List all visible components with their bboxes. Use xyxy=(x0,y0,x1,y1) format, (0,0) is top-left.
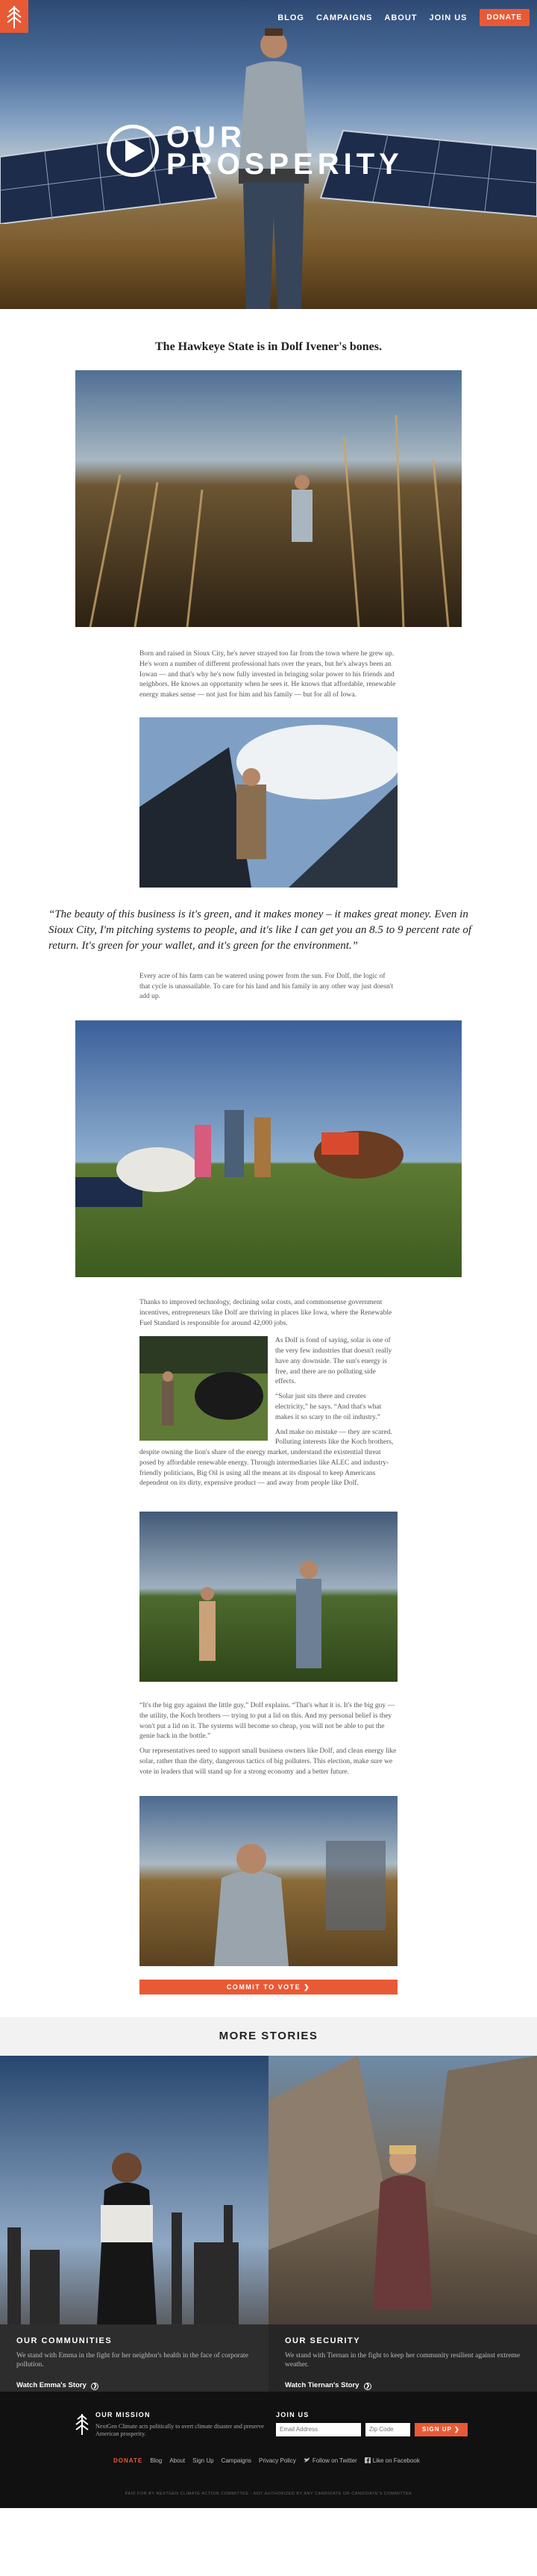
nav-about[interactable]: ABOUT xyxy=(384,13,417,22)
main-nav: BLOG CAMPAIGNS ABOUT JOIN US DONATE xyxy=(277,9,530,26)
hero: BLOG CAMPAIGNS ABOUT JOIN US DONATE OUR … xyxy=(0,0,537,309)
sign-up-button[interactable]: SIGN UP ❯ xyxy=(415,2422,468,2436)
footer-signup-link[interactable]: Sign Up xyxy=(192,2457,213,2464)
story-card-security[interactable]: OUR SECURITY We stand with Tiernan in th… xyxy=(268,2055,537,2392)
footer-campaigns-link[interactable]: Campaigns xyxy=(222,2457,251,2464)
commit-to-vote-button[interactable]: COMMIT TO VOTE ❯ xyxy=(139,1979,398,1995)
panel-install-photo xyxy=(139,717,398,888)
email-field[interactable] xyxy=(276,2422,361,2436)
mission-title: OUR MISSION xyxy=(95,2410,151,2418)
footer-donate-link[interactable]: DONATE xyxy=(113,2457,142,2464)
more-stories-header: MORE STORIES xyxy=(0,2016,537,2056)
hero-title-line1: OUR xyxy=(166,121,246,154)
story-title: OUR SECURITY xyxy=(285,2336,361,2345)
article-subtitle: The Hawkeye State is in Dolf Ivener's bo… xyxy=(155,340,382,353)
article-paragraph: “It's the big guy against the little guy… xyxy=(139,1702,395,1741)
emma-refinery-photo xyxy=(0,2055,268,2324)
nav-join-us[interactable]: JOIN US xyxy=(430,13,468,22)
twitter-icon xyxy=(303,2457,310,2463)
footer-mission: OUR MISSION NextGen Climate acts politic… xyxy=(95,2411,267,2439)
family-horses-photo xyxy=(75,1020,462,1278)
nav-blog[interactable]: BLOG xyxy=(277,13,304,22)
article: The Hawkeye State is in Dolf Ivener's bo… xyxy=(0,340,537,1995)
footer: OUR MISSION NextGen Climate acts politic… xyxy=(0,2391,537,2508)
footer-about-link[interactable]: About xyxy=(169,2457,185,2464)
story-caption: OUR SECURITY We stand with Tiernan in th… xyxy=(268,2324,537,2392)
twitter-link-label: Follow on Twitter xyxy=(312,2457,357,2464)
hero-heading: OUR PROSPERITY xyxy=(166,121,403,181)
join-title: JOIN US xyxy=(276,2410,310,2418)
facebook-link-label: Like on Facebook xyxy=(372,2457,420,2464)
tree-icon xyxy=(7,6,22,28)
play-icon xyxy=(125,140,145,162)
story-title: OUR COMMUNITIES xyxy=(16,2336,113,2345)
tree-icon xyxy=(75,2413,89,2435)
article-float-block: As Dolf is fond of saying, solar is one … xyxy=(139,1336,398,1494)
story-caption: OUR COMMUNITIES We stand with Emma in th… xyxy=(0,2324,268,2392)
nav-campaigns[interactable]: CAMPAIGNS xyxy=(316,13,372,22)
signup-form: SIGN UP ❯ xyxy=(276,2422,468,2436)
footer-links: DONATE Blog About Sign Up Campaigns Priv… xyxy=(113,2457,420,2464)
article-paragraph: Every acre of his farm can be watered us… xyxy=(139,972,394,1001)
story-text: We stand with Tiernan in the fight to ke… xyxy=(285,2351,521,2369)
watch-emma-story-link[interactable]: Watch Emma's Story ❯ xyxy=(16,2381,99,2391)
dolf-portrait-photo xyxy=(139,1795,398,1966)
twitter-link[interactable]: Follow on Twitter xyxy=(303,2457,357,2464)
mission-text: NextGen Climate acts politically to aver… xyxy=(95,2422,264,2437)
more-stories: OUR COMMUNITIES We stand with Emma in th… xyxy=(0,2055,537,2392)
hero-title: OUR PROSPERITY xyxy=(107,121,403,181)
watch-tiernan-story-link[interactable]: Watch Tiernan's Story ❯ xyxy=(285,2381,372,2391)
hero-title-line2: PROSPERITY xyxy=(166,148,403,181)
story-link-label: Watch Emma's Story xyxy=(16,2381,87,2390)
story-link-label: Watch Tiernan's Story xyxy=(285,2381,359,2390)
farm-cattle-photo xyxy=(139,1336,268,1441)
facebook-link[interactable]: Like on Facebook xyxy=(364,2457,420,2464)
footer-blog-link[interactable]: Blog xyxy=(150,2457,162,2464)
dolf-field-photo xyxy=(139,1512,398,1682)
article-paragraph: Thanks to improved technology, declining… xyxy=(139,1299,392,1327)
footer-join: JOIN US SIGN UP ❯ xyxy=(276,2411,468,2436)
cornfield-photo xyxy=(75,370,462,627)
logo[interactable] xyxy=(0,0,28,33)
arrow-circle-icon: ❯ xyxy=(364,2383,372,2391)
facebook-icon xyxy=(364,2457,371,2463)
story-text: We stand with Emma in the fight for her … xyxy=(16,2351,248,2369)
donate-button[interactable]: DONATE xyxy=(479,9,530,26)
arrow-circle-icon: ❯ xyxy=(91,2383,99,2391)
article-paragraph: Our representatives need to support smal… xyxy=(139,1747,397,1776)
legal-disclaimer: PAID FOR BY NEXTGEN CLIMATE ACTION COMMI… xyxy=(125,2491,412,2496)
footer-privacy-link[interactable]: Privacy Policy xyxy=(259,2457,296,2464)
pull-quote: “The beauty of this business is it's gre… xyxy=(48,908,472,952)
tiernan-river-photo xyxy=(268,2055,537,2324)
zip-code-field[interactable] xyxy=(365,2422,410,2436)
more-stories-heading: MORE STORIES xyxy=(219,2030,318,2042)
article-text-block: “It's the big guy against the little guy… xyxy=(139,1701,398,1777)
story-card-communities[interactable]: OUR COMMUNITIES We stand with Emma in th… xyxy=(0,2055,268,2392)
article-paragraph: Born and raised in Sioux City, he's neve… xyxy=(139,650,396,699)
play-video-button[interactable] xyxy=(107,125,159,177)
